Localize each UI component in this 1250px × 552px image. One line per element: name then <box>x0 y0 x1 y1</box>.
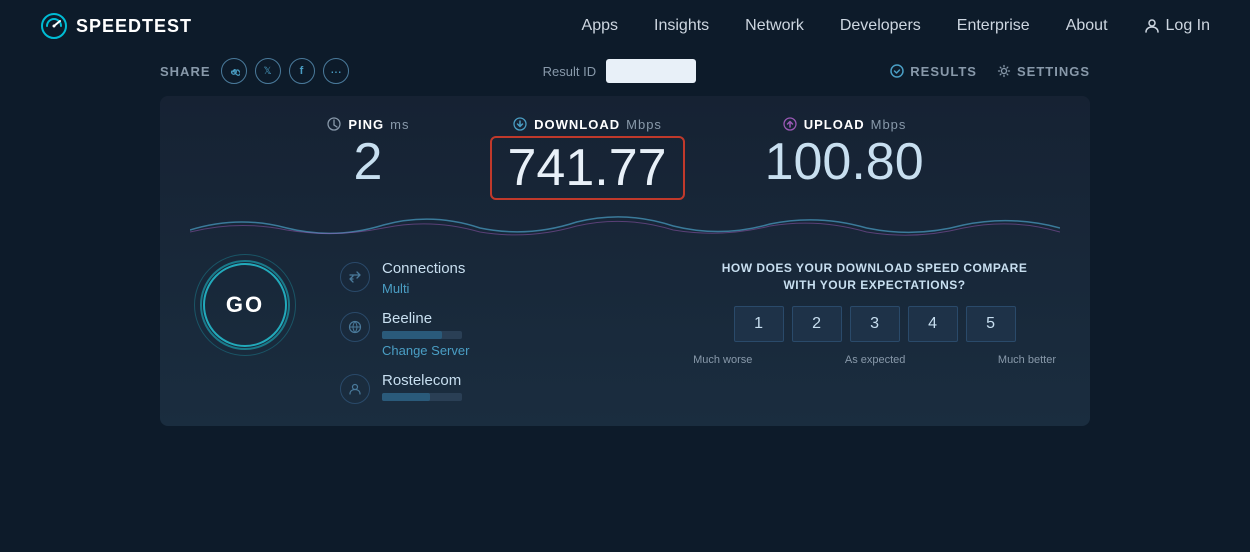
download-unit: Mbps <box>626 117 662 132</box>
main-nav: Apps Insights Network Developers Enterpr… <box>582 17 1210 35</box>
rating-3-button[interactable]: 3 <box>850 306 900 342</box>
gear-icon <box>997 64 1011 78</box>
logo-text: SPEEDTEST <box>76 16 192 37</box>
beeline-row: Beeline Change Server <box>340 310 649 358</box>
results-label: RESULTS <box>910 64 977 79</box>
speed-display: PING ms 2 DOWNLOAD Mbps 741.77 <box>190 116 1060 200</box>
download-icon <box>512 116 528 132</box>
nav-item-enterprise[interactable]: Enterprise <box>957 17 1030 35</box>
rostelecom-details: Rostelecom <box>382 372 462 401</box>
upload-icon <box>782 116 798 132</box>
share-link-button[interactable] <box>221 58 247 84</box>
results-icon <box>890 64 904 78</box>
beeline-name: Beeline <box>382 310 469 327</box>
nav-item-network[interactable]: Network <box>745 17 804 35</box>
action-buttons: RESULTS SETTINGS <box>890 64 1090 79</box>
download-value: 741.77 <box>490 136 685 200</box>
rostelecom-row: Rostelecom <box>340 372 649 404</box>
change-server-link[interactable]: Change Server <box>382 343 469 358</box>
share-label: SHARE <box>160 64 211 79</box>
toolbar: SHARE 𝕏 f ··· Result ID <box>0 52 1250 90</box>
upload-display: UPLOAD Mbps 100.80 <box>765 116 924 188</box>
beeline-details: Beeline Change Server <box>382 310 469 358</box>
result-id-input[interactable] <box>606 59 696 83</box>
download-name: DOWNLOAD <box>534 117 620 132</box>
ping-display: PING ms 2 <box>326 116 409 188</box>
globe-icon <box>348 320 362 334</box>
nav-item-insights[interactable]: Insights <box>654 17 709 35</box>
expectation-title-text: HOW DOES YOUR DOWNLOAD SPEED COMPAREWITH… <box>722 261 1028 292</box>
connections-icon <box>340 262 370 292</box>
expectation-section: HOW DOES YOUR DOWNLOAD SPEED COMPAREWITH… <box>689 260 1060 366</box>
speedtest-logo-icon <box>40 12 68 40</box>
user-icon <box>1144 18 1160 34</box>
download-display: DOWNLOAD Mbps 741.77 <box>490 116 685 200</box>
rating-label-right: Much better <box>998 354 1056 366</box>
connections-label: Connections <box>382 260 465 277</box>
header: SPEEDTEST Apps Insights Network Develope… <box>0 0 1250 52</box>
rostelecom-name: Rostelecom <box>382 372 462 389</box>
rating-label-left: Much worse <box>693 354 752 366</box>
wave-visualization <box>190 210 1060 240</box>
expectation-title: HOW DOES YOUR DOWNLOAD SPEED COMPAREWITH… <box>689 260 1060 294</box>
ping-name: PING <box>348 117 384 132</box>
settings-button[interactable]: SETTINGS <box>997 64 1090 79</box>
upload-name: UPLOAD <box>804 117 865 132</box>
upload-label: UPLOAD Mbps <box>782 116 907 132</box>
share-facebook-button[interactable]: f <box>289 58 315 84</box>
rostelecom-bar-fill <box>382 393 430 401</box>
rating-4-button[interactable]: 4 <box>908 306 958 342</box>
ping-icon <box>326 116 342 132</box>
nav-item-about[interactable]: About <box>1066 17 1108 35</box>
nav-item-apps[interactable]: Apps <box>582 17 618 35</box>
login-label: Log In <box>1166 17 1210 35</box>
beeline-bar-fill <box>382 331 442 339</box>
share-more-button[interactable]: ··· <box>323 58 349 84</box>
upload-unit: Mbps <box>871 117 907 132</box>
rostelecom-bar <box>382 393 462 401</box>
ping-value: 2 <box>353 136 382 188</box>
main-panel: PING ms 2 DOWNLOAD Mbps 741.77 <box>160 96 1090 426</box>
facebook-icon: f <box>300 65 304 77</box>
rating-labels: Much worse As expected Much better <box>689 354 1060 366</box>
beeline-bar <box>382 331 462 339</box>
link-icon <box>228 65 240 77</box>
upload-value: 100.80 <box>765 136 924 188</box>
download-label: DOWNLOAD Mbps <box>512 116 662 132</box>
logo: SPEEDTEST <box>40 12 192 40</box>
settings-label: SETTINGS <box>1017 64 1090 79</box>
beeline-icon <box>340 312 370 342</box>
result-id-label: Result ID <box>543 64 596 79</box>
results-button[interactable]: RESULTS <box>890 64 977 79</box>
result-section: Result ID <box>543 59 696 83</box>
user-circle-icon <box>348 382 362 396</box>
share-twitter-button[interactable]: 𝕏 <box>255 58 281 84</box>
bottom-section: GO Connections Multi <box>190 250 1060 404</box>
rating-label-mid: As expected <box>845 354 906 366</box>
nav-item-developers[interactable]: Developers <box>840 17 921 35</box>
rating-row: 1 2 3 4 5 <box>689 306 1060 342</box>
rating-1-button[interactable]: 1 <box>734 306 784 342</box>
share-section: SHARE 𝕏 f ··· <box>160 58 349 84</box>
more-icon: ··· <box>330 63 341 79</box>
server-info: Connections Multi Beeline Change Ser <box>340 260 649 404</box>
twitter-icon: 𝕏 <box>263 66 271 77</box>
connections-row: Connections Multi <box>340 260 649 296</box>
ping-unit: ms <box>390 117 409 132</box>
go-button[interactable]: GO <box>200 260 290 350</box>
login-button[interactable]: Log In <box>1144 17 1210 35</box>
ping-label: PING ms <box>326 116 409 132</box>
rating-2-button[interactable]: 2 <box>792 306 842 342</box>
rating-5-button[interactable]: 5 <box>966 306 1016 342</box>
connections-arrows-icon <box>348 270 362 284</box>
rostelecom-icon <box>340 374 370 404</box>
go-button-wrap: GO <box>190 260 300 350</box>
share-icons: 𝕏 f ··· <box>221 58 349 84</box>
connections-value: Multi <box>382 281 465 296</box>
connections-details: Connections Multi <box>382 260 465 296</box>
wave-svg <box>190 210 1060 240</box>
